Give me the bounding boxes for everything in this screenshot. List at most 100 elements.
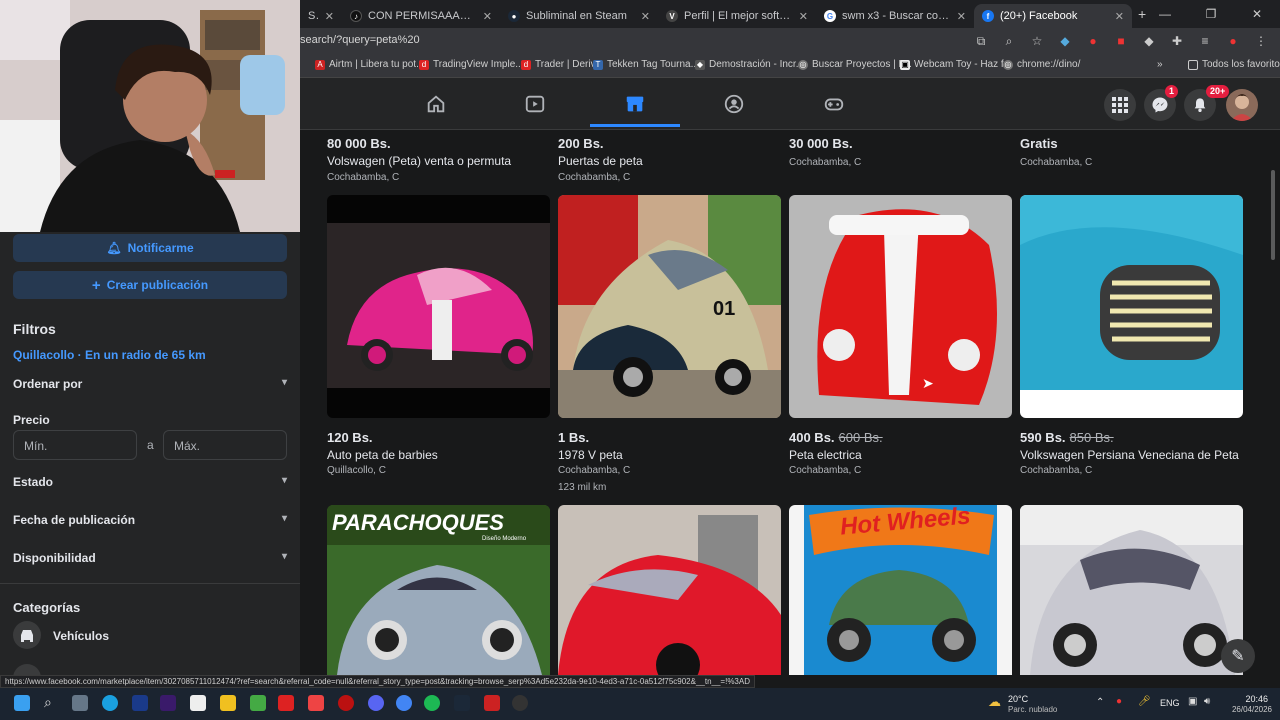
premiere-icon[interactable] (160, 695, 176, 711)
bookmark[interactable]: ◎ Buscar Proyectos | F... (798, 59, 912, 70)
location-filter[interactable]: Quillacollo · En un radio de 65 km (13, 348, 206, 362)
create-listing-button[interactable]: + Crear publicación (13, 271, 287, 299)
taskbar-app-icon[interactable] (72, 695, 88, 711)
listing-image[interactable] (558, 505, 781, 675)
extension-icon[interactable]: ◆ (1140, 32, 1158, 50)
listing-title[interactable]: Auto peta de barbies (327, 448, 438, 462)
menu-icon[interactable]: ⋮ (1252, 32, 1270, 50)
condition-dropdown[interactable]: Estado ▾ (13, 475, 287, 489)
clock-time[interactable]: 20:46 (1216, 694, 1268, 704)
listing-title[interactable]: Volswagen (Peta) venta o permuta (327, 154, 511, 168)
install-icon[interactable]: ⧉ (972, 32, 990, 50)
maximize-icon[interactable]: ❐ (1188, 7, 1234, 21)
close-icon[interactable]: ✕ (325, 10, 334, 23)
spotify-icon[interactable] (424, 695, 440, 711)
marketplace-icon[interactable] (621, 90, 649, 118)
close-icon[interactable]: ✕ (799, 10, 808, 23)
listing-location: Cochabamba, C (789, 157, 862, 168)
listing-image[interactable] (789, 195, 1012, 418)
extension-icon[interactable]: ◆ (1056, 32, 1074, 50)
menu-grid-icon[interactable] (1104, 89, 1136, 121)
weather-temp[interactable]: 20°C (1008, 694, 1028, 704)
brave-icon[interactable] (308, 695, 324, 711)
scrollbar[interactable] (1270, 130, 1276, 670)
browser-tab-active[interactable]: f (20+) Facebook ✕ (974, 4, 1132, 28)
folder-icon[interactable] (220, 695, 236, 711)
steam-icon[interactable] (454, 695, 470, 711)
volume-icon[interactable]: 🔊︎ (1204, 696, 1210, 707)
listing-image[interactable] (1020, 505, 1243, 675)
language-indicator[interactable]: ENG (1160, 698, 1180, 708)
bookmark[interactable]: T Tekken Tag Tourna... (593, 59, 699, 70)
puzzle-icon[interactable]: ✚ (1168, 32, 1186, 50)
extension-icon[interactable]: ● (1084, 32, 1102, 50)
listing-title[interactable]: Puertas de peta (558, 154, 643, 168)
listing-location: Cochabamba, C (558, 465, 631, 476)
store-icon[interactable] (190, 695, 206, 711)
obs-icon[interactable] (512, 695, 528, 711)
compose-button[interactable]: ✎ (1221, 639, 1255, 673)
extension-icon[interactable]: ■ (1112, 32, 1130, 50)
bookmark[interactable]: ◆ Demostración - Incr... (695, 59, 804, 70)
home-icon[interactable] (422, 90, 450, 118)
listing-image[interactable] (327, 195, 550, 418)
minecraft-icon[interactable] (250, 695, 266, 711)
app-icon[interactable] (338, 695, 354, 711)
voice-mod-icon[interactable] (484, 695, 500, 711)
profile-icon[interactable]: ● (1224, 32, 1242, 50)
deriv-icon[interactable] (278, 695, 294, 711)
groups-icon[interactable] (720, 90, 748, 118)
scrollbar-thumb[interactable] (1271, 170, 1275, 260)
bookmark-label: Buscar Proyectos | F... (812, 59, 912, 70)
listing-image[interactable]: 01 (558, 195, 781, 418)
listing-title[interactable]: Volkswagen Persiana Veneciana de Peta (1020, 448, 1239, 462)
min-price-input[interactable]: Mín. (13, 430, 137, 460)
sort-dropdown[interactable]: Ordenar por ▾ (13, 377, 287, 391)
gaming-icon[interactable] (820, 90, 848, 118)
category-vehicles[interactable]: Vehículos (53, 629, 109, 643)
star-icon[interactable]: ☆ (1028, 32, 1046, 50)
browser-tab[interactable]: V Perfil | El mejor software para p ✕ (658, 4, 816, 28)
close-icon[interactable]: ✕ (483, 10, 492, 23)
tab-title: (20+) Facebook (1000, 10, 1078, 22)
zoom-icon[interactable]: ⌕ (1000, 32, 1018, 50)
listing-title[interactable]: Peta electrica (789, 448, 862, 462)
tray-icon[interactable]: ● (1116, 696, 1122, 707)
bookmark[interactable]: d TradingView Imple... (419, 59, 524, 70)
close-icon[interactable]: ✕ (1115, 10, 1124, 23)
close-window-icon[interactable]: ✕ (1234, 7, 1280, 21)
availability-dropdown[interactable]: Disponibilidad ▾ (13, 551, 287, 565)
date-dropdown[interactable]: Fecha de publicación ▾ (13, 513, 287, 527)
bookmark[interactable]: A Airtm | Libera tu pot... (315, 59, 424, 70)
listing-title[interactable]: 1978 V peta (558, 448, 623, 462)
browser-tab[interactable]: G swm x3 - Buscar con Google ✕ (816, 4, 974, 28)
search-icon[interactable]: ⌕ (44, 694, 52, 711)
more-bookmarks-icon[interactable]: » (1157, 59, 1163, 70)
browser-tab[interactable]: ● Subliminal en Steam ✕ (500, 4, 658, 28)
browser-tab[interactable]: ♪ CON PERMISAAAAA #counters ✕ (342, 4, 500, 28)
network-icon[interactable]: ▣ (1188, 696, 1197, 707)
max-price-input[interactable]: Máx. (163, 430, 287, 460)
all-bookmarks[interactable]: Todos los favoritos (1188, 59, 1280, 70)
avatar[interactable] (1226, 89, 1258, 121)
close-icon[interactable]: ✕ (957, 10, 966, 23)
clock-date[interactable]: 26/04/2026 (1216, 705, 1272, 714)
bookmark[interactable]: ▣ Webcam Toy - Haz f... (900, 59, 1012, 70)
close-icon[interactable]: ✕ (641, 10, 650, 23)
chrome-icon[interactable] (396, 695, 412, 711)
browser-tab[interactable]: Sun ✕ (300, 4, 342, 28)
mic-icon[interactable]: 🎤︎ (1138, 696, 1151, 707)
windows-start-icon[interactable] (14, 695, 30, 711)
listing-image[interactable] (1020, 195, 1243, 418)
minimize-icon[interactable]: — (1142, 7, 1188, 21)
photoshop-icon[interactable] (132, 695, 148, 711)
chevron-up-icon[interactable]: ⌃ (1096, 697, 1104, 708)
reading-list-icon[interactable]: ≡ (1196, 32, 1214, 50)
bookmark[interactable]: d Trader | Deriv (521, 59, 596, 70)
notify-button[interactable]: 🔔︎ Notificarme (13, 234, 287, 262)
edge-icon[interactable] (102, 695, 118, 711)
discord-icon[interactable] (368, 695, 384, 711)
video-icon[interactable] (521, 90, 549, 118)
url-field[interactable]: search/?query=peta%20 (300, 34, 420, 46)
bookmark[interactable]: ◎ chrome://dino/ (1003, 59, 1080, 70)
